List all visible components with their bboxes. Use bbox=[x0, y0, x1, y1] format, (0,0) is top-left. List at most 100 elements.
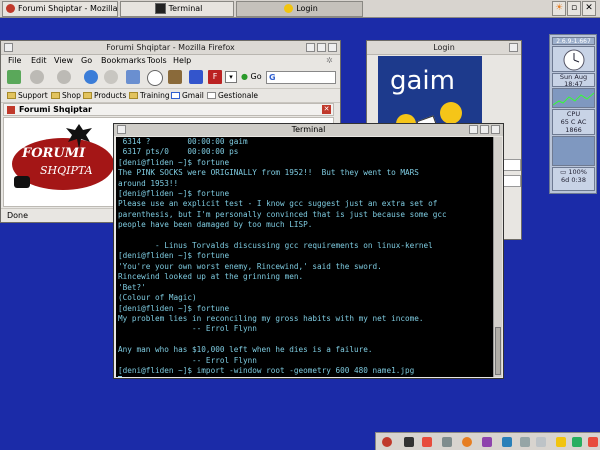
battery-applet: ▭ 100% 6d 0:38 bbox=[552, 167, 595, 191]
reload-icon[interactable] bbox=[84, 70, 98, 84]
menu-bookmarks[interactable]: Bookmarks bbox=[101, 55, 146, 67]
eagle-icon bbox=[66, 124, 92, 149]
forward-icon[interactable] bbox=[57, 70, 71, 84]
update-icon[interactable] bbox=[572, 437, 582, 447]
window-menu-icon[interactable] bbox=[4, 43, 13, 52]
menu-edit[interactable]: Edit bbox=[31, 55, 47, 67]
tab-forumi[interactable]: Forumi Shqiptar ✕ bbox=[3, 103, 334, 116]
bookmark-label: Gmail bbox=[182, 91, 204, 100]
terminal-line: 'Bet?' bbox=[118, 282, 146, 292]
history-clock-icon[interactable] bbox=[147, 70, 163, 86]
go-arrow-icon: ● bbox=[241, 72, 248, 81]
task-login[interactable]: Login bbox=[236, 1, 363, 17]
time-label: 18:47 bbox=[564, 80, 583, 88]
favicon-icon bbox=[7, 106, 15, 114]
tools-icon[interactable] bbox=[556, 437, 566, 447]
home-icon[interactable] bbox=[126, 70, 140, 84]
minimize-button[interactable] bbox=[306, 43, 315, 52]
bookmarks-icon[interactable] bbox=[189, 70, 203, 84]
clock-applet[interactable] bbox=[552, 46, 595, 72]
terminal-line: [deni@fliden ~]$ fortune bbox=[118, 251, 230, 261]
task-firefox[interactable]: Forumi Shqiptar - Mozilla Firefox bbox=[2, 1, 118, 17]
page-icon bbox=[207, 92, 216, 99]
date-applet: Sun Aug 18:47 bbox=[552, 73, 595, 88]
maximize-button[interactable] bbox=[317, 43, 326, 52]
settings-icon[interactable] bbox=[520, 437, 530, 447]
menu-view[interactable]: View bbox=[54, 55, 73, 67]
logo-text-2: SHQIPTA bbox=[40, 164, 93, 177]
menu-go[interactable]: Go bbox=[81, 55, 92, 67]
bookmark-products[interactable]: Products bbox=[83, 89, 126, 102]
back-icon[interactable] bbox=[30, 70, 44, 84]
terminal-scrollbar[interactable] bbox=[493, 137, 502, 377]
tab-title: Forumi Shqiptar bbox=[19, 105, 92, 114]
folder-icon bbox=[83, 92, 92, 99]
terminal-title: Terminal bbox=[291, 125, 326, 134]
stop-icon[interactable] bbox=[104, 70, 118, 84]
terminal-line: [deni@fliden ~]$ fortune bbox=[118, 189, 230, 199]
inkwell-icon bbox=[14, 176, 30, 188]
window-menu-icon[interactable] bbox=[117, 125, 126, 134]
battery-label: 100% bbox=[568, 168, 587, 176]
dropdown-icon[interactable]: ▾ bbox=[225, 71, 237, 83]
bookmark-label: Training bbox=[140, 91, 170, 100]
tab-close-icon[interactable]: ✕ bbox=[322, 105, 331, 114]
gmail-icon bbox=[171, 92, 180, 99]
bookmark-training[interactable]: Training bbox=[129, 89, 170, 102]
terminal-output[interactable]: 6314 ? 00:00:00 gaim 6317 pts/0 00:00:00… bbox=[116, 137, 494, 377]
go-button[interactable]: ● Go bbox=[241, 72, 262, 81]
close-button[interactable] bbox=[491, 125, 500, 134]
redhat-icon[interactable] bbox=[382, 437, 392, 447]
scrollbar-thumb[interactable] bbox=[495, 327, 501, 375]
bookmark-gestionale[interactable]: Gestionale bbox=[207, 89, 258, 102]
folder-icon bbox=[51, 92, 60, 99]
downloads-icon[interactable] bbox=[168, 70, 182, 84]
task-login-label: Login bbox=[296, 4, 318, 13]
terminal-line: - Linus Torvalds discussing gcc requirem… bbox=[118, 241, 433, 251]
mail-icon[interactable] bbox=[422, 437, 432, 447]
weather-icon[interactable]: ☀ bbox=[552, 1, 566, 16]
new-tab-icon[interactable] bbox=[7, 70, 21, 84]
terminal-line: people have been damaged by too much LIS… bbox=[118, 220, 313, 230]
close-button[interactable] bbox=[328, 43, 337, 52]
cpu-applet: CPU 65 C AC 1866 bbox=[552, 109, 595, 135]
terminal-line: The PINK SOCKS were ORIGINALLY from 1952… bbox=[118, 168, 419, 178]
chat-icon[interactable] bbox=[482, 437, 492, 447]
bookmark-shop[interactable]: Shop bbox=[51, 89, 81, 102]
addon-icon[interactable]: F bbox=[208, 70, 222, 84]
terminal-launcher-icon[interactable] bbox=[404, 437, 414, 447]
status-text: Done bbox=[7, 211, 29, 220]
network-graph bbox=[552, 88, 595, 108]
maximize-button[interactable] bbox=[480, 125, 489, 134]
firefox-titlebar[interactable]: Forumi Shqiptar - Mozilla Firefox bbox=[1, 41, 340, 55]
terminal-lines: 6314 ? 00:00:00 gaim 6317 pts/0 00:00:00… bbox=[118, 137, 494, 376]
throbber-icon: ✲ bbox=[326, 56, 333, 65]
close-button[interactable] bbox=[509, 43, 518, 52]
firefox-icon bbox=[6, 4, 15, 13]
menu-tools[interactable]: Tools bbox=[147, 55, 167, 67]
power-icon[interactable] bbox=[588, 437, 598, 447]
search-input[interactable]: G bbox=[266, 71, 336, 84]
menu-file[interactable]: File bbox=[8, 55, 21, 67]
minimize-button[interactable] bbox=[469, 125, 478, 134]
terminal-line: (Colour of Magic) bbox=[118, 293, 197, 303]
writer-icon[interactable] bbox=[502, 437, 512, 447]
browser-launcher-icon[interactable] bbox=[462, 437, 472, 447]
gaim-title: Login bbox=[433, 43, 455, 52]
window-list-icon[interactable]: ▫ bbox=[567, 1, 581, 16]
bookmark-gmail[interactable]: Gmail bbox=[171, 89, 204, 102]
folder-icon bbox=[7, 92, 16, 99]
bookmark-support[interactable]: Support bbox=[7, 89, 48, 102]
bookmark-label: Gestionale bbox=[218, 91, 258, 100]
batt-time-label: 6d bbox=[561, 176, 570, 184]
dock-applets: 2.6.9-1.667 Sun Aug 18:47 CPU 65 C AC 1866 … bbox=[549, 34, 597, 194]
terminal-titlebar[interactable]: Terminal bbox=[114, 124, 503, 136]
menu-help[interactable]: Help bbox=[173, 55, 191, 67]
editor-icon[interactable] bbox=[442, 437, 452, 447]
gaim-titlebar[interactable]: Login bbox=[367, 41, 521, 55]
network-icon[interactable] bbox=[536, 437, 546, 447]
task-terminal[interactable]: Terminal bbox=[120, 1, 234, 17]
freq-label: 1866 bbox=[565, 126, 582, 134]
close-icon[interactable]: ✕ bbox=[582, 1, 596, 16]
